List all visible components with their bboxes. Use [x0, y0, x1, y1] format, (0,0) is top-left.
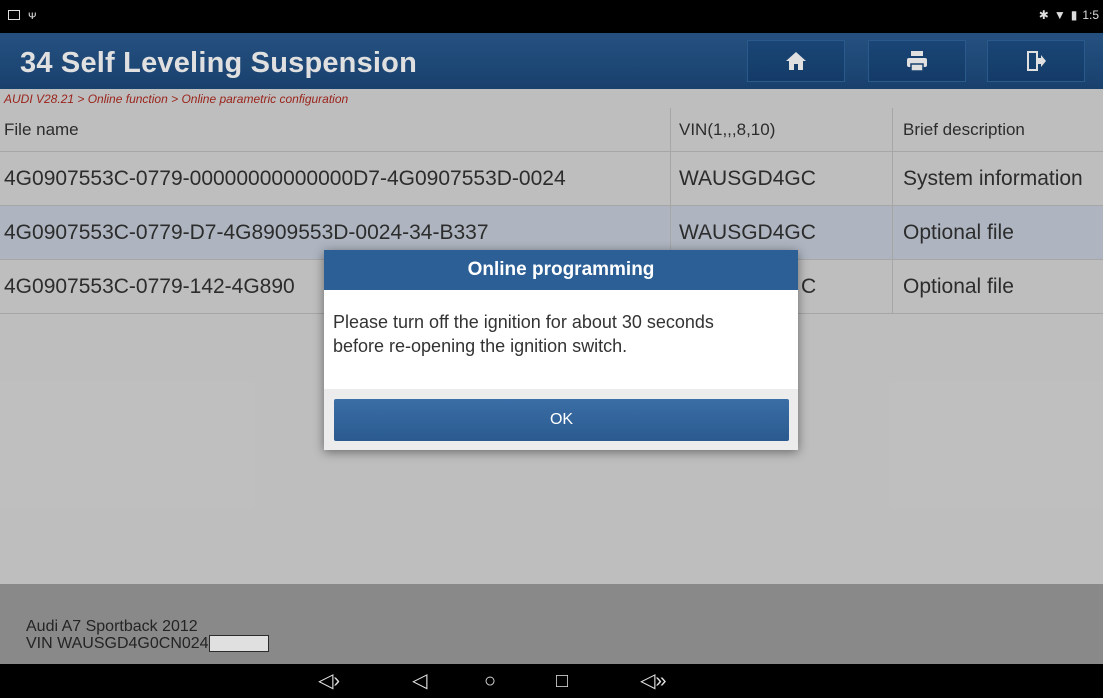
volume-down-icon[interactable]: ◁›	[318, 669, 340, 693]
ok-button[interactable]: OK	[334, 399, 789, 441]
status-bar: ᴪ ✱ ▼ ▮ 1:5	[0, 0, 1103, 33]
navigation-bar: ◁› ◁ ○ □ ◁»	[0, 664, 1103, 698]
battery-icon: ▮	[1070, 8, 1078, 22]
dialog-title: Online programming	[324, 250, 798, 290]
gallery-notification-icon	[8, 10, 20, 20]
home-circle-icon[interactable]: ○	[484, 669, 496, 693]
status-right: ✱ ▼ ▮ 1:5	[1039, 8, 1099, 22]
clock: 1:5	[1082, 8, 1099, 22]
bluetooth-icon: ✱	[1038, 8, 1049, 22]
dialog-message-line1: Please turn off the ignition for about 3…	[333, 312, 714, 332]
dialog-message: Please turn off the ignition for about 3…	[333, 310, 793, 358]
usb-debug-icon: ᴪ	[28, 8, 37, 22]
back-icon[interactable]: ◁	[412, 669, 427, 693]
dialog-footer: OK	[324, 389, 798, 450]
online-programming-dialog: Online programming Please turn off the i…	[324, 250, 798, 450]
volume-up-icon[interactable]: ◁»	[640, 669, 667, 693]
status-left: ᴪ	[8, 8, 37, 22]
wifi-icon: ▼	[1053, 8, 1066, 22]
recent-apps-icon[interactable]: □	[556, 669, 568, 693]
dialog-message-line2: before re-opening the ignition switch.	[333, 336, 628, 356]
